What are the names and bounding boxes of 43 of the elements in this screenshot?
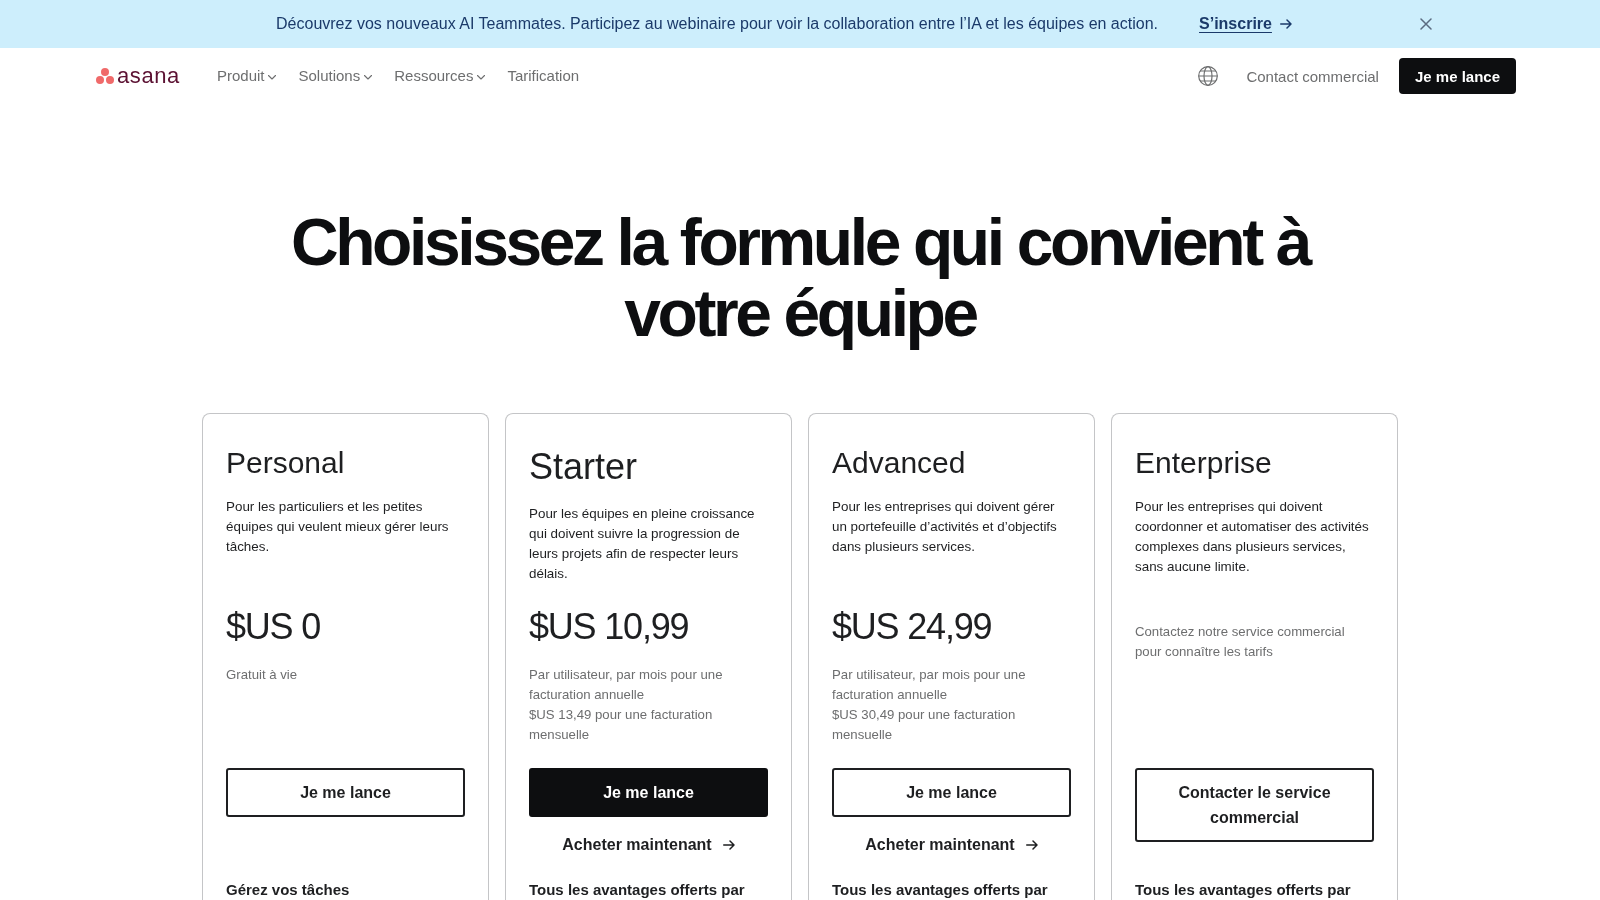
plan-cta-button[interactable]: Je me lance <box>226 768 465 817</box>
plan-name: Enterprise <box>1135 445 1273 481</box>
price-note: Par utilisateur, par mois pour une facturation annuelle <box>529 666 724 704</box>
nav-link[interactable]: Tarification <box>507 66 580 86</box>
page-heading: Choisissez la formule qui convient à votre équipe <box>289 207 1312 349</box>
price-note: Contactez notre service commercial pour connaître les tarifs <box>1135 623 1346 661</box>
plan-name: Advanced <box>832 445 967 481</box>
price-note: $US 30,49 pour une facturation mensuelle <box>832 706 1017 744</box>
nav-menu-item[interactable]: Ressources <box>394 66 486 86</box>
price-note: Par utilisateur, par mois pour une facturation annuelle <box>832 666 1027 704</box>
features-heading: Gérez vos tâches <box>226 881 351 899</box>
plan-cta-button[interactable]: Contacter le service commercial <box>1135 768 1374 842</box>
arrow-right-icon <box>1025 840 1038 850</box>
plan-price: $US 10,99 <box>529 605 690 649</box>
logo-icon <box>96 68 114 84</box>
features-heading: Tous les avantages offerts par <box>832 881 1049 899</box>
arrow-right-icon <box>722 840 735 850</box>
get-started-button[interactable]: Je me lance <box>1398 58 1516 94</box>
price-note: $US 13,49 pour une facturation mensuelle <box>529 706 714 744</box>
nav-menu-item[interactable]: Solutions <box>298 66 373 86</box>
logo[interactable]: asana <box>96 64 180 88</box>
plan-description: Pour les particuliers et les petites équipes qui veulent mieux gérer leurs tâches. <box>226 498 450 556</box>
nav-menu-item[interactable]: Produit <box>216 66 277 86</box>
plan-cta-button[interactable]: Je me lance <box>529 768 768 817</box>
plan-description: Pour les entreprises qui doivent gérer un portefeuille d’activités et d’objectifs dans plusieurs services. <box>832 498 1058 556</box>
signup-link[interactable]: S’inscrire <box>1199 15 1292 33</box>
contact-sales-link[interactable]: Contact commercial <box>1246 67 1379 85</box>
globe-icon[interactable] <box>1198 66 1219 86</box>
plan-description: Pour les entreprises qui doivent coordonner et automatiser des activités complexes dans plusieurs services, sans aucune limite. <box>1135 498 1370 576</box>
plan-price: $US 0 <box>226 605 322 649</box>
buy-now-link[interactable]: Acheter maintenant <box>562 835 735 855</box>
plan-cta-button[interactable]: Je me lance <box>832 768 1071 817</box>
buy-now-link[interactable]: Acheter maintenant <box>865 835 1038 855</box>
banner-message: Découvrez vos nouveaux AI Teammates. Participez au webinaire pour voir la collaboration entre l’IA et les équipes en action. <box>276 15 1158 33</box>
price-note: Gratuit à vie <box>226 666 299 684</box>
close-icon[interactable] <box>1419 18 1432 30</box>
plan-name: Personal <box>226 445 346 481</box>
plan-price: $US 24,99 <box>832 605 993 649</box>
plan-name: Starter <box>529 445 639 488</box>
features-heading: Tous les avantages offerts par <box>529 881 746 899</box>
plan-description: Pour les équipes en pleine croissance qui doivent suivre la progression de leurs projets afin de respecter leurs délais. <box>529 505 756 583</box>
arrow-right-icon <box>1279 19 1292 29</box>
features-heading: Tous les avantages offerts par <box>1135 881 1352 899</box>
